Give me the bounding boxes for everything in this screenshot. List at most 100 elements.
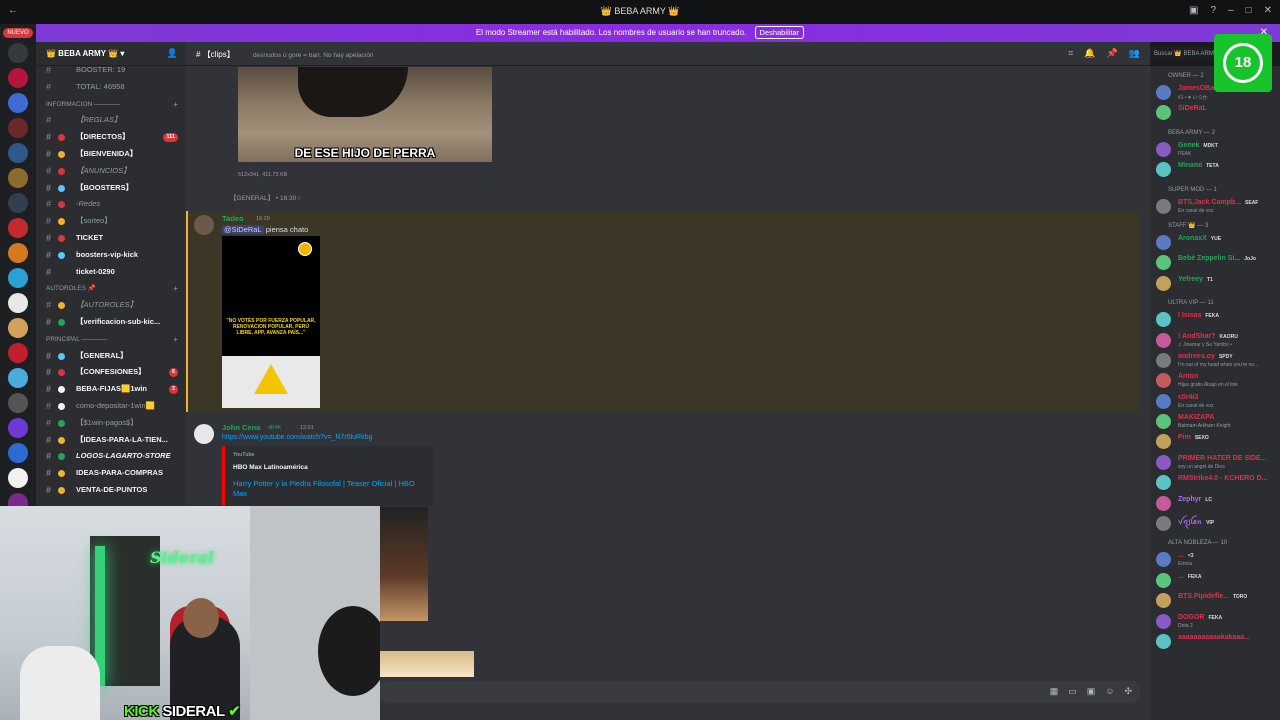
apps-icon[interactable]: ✣ — [1124, 686, 1132, 697]
member-item[interactable]: BTS.Pipidefle... TORO — [1150, 590, 1280, 610]
gif-icon[interactable]: ▭ — [1068, 686, 1077, 697]
server-icon[interactable] — [8, 293, 28, 313]
member-item[interactable]: ... FEKA — [1150, 570, 1280, 590]
member-item[interactable]: Genek MDKT PEAK — [1150, 139, 1280, 159]
server-icon[interactable] — [8, 418, 28, 438]
add-member-icon[interactable]: 👤 — [167, 48, 178, 59]
add-channel-icon[interactable]: + — [173, 331, 178, 349]
server-icon[interactable] — [8, 193, 28, 213]
member-item[interactable]: MAKIZAPA Batmam Arkham Knight — [1150, 411, 1280, 431]
channel-item[interactable]: # BOOSTER: 19 — [36, 62, 186, 79]
video-thumbnail[interactable] — [380, 507, 428, 621]
channel-item[interactable]: # IDEAS-PARA-COMPRAS — [36, 465, 186, 482]
embed-provider[interactable]: YouTube — [233, 452, 255, 458]
channel-item[interactable]: # LOGOS-LAGARTO-STORE — [36, 448, 186, 465]
member-item[interactable]: I Isisas FEKA — [1150, 309, 1280, 329]
close-icon[interactable]: ✕ — [1264, 5, 1272, 16]
channel-item[interactable]: # -Redes — [36, 196, 186, 213]
member-item[interactable]: ... <3 Emmu — [1150, 549, 1280, 569]
channel-item[interactable]: # 【GENERAL】 — [36, 348, 186, 365]
message-author[interactable]: Tadeo — [222, 214, 244, 223]
channel-item[interactable]: # 【REGLAS】 — [36, 112, 186, 129]
channel-item[interactable]: # como-depositar-1win🟨 — [36, 398, 186, 415]
bell-icon[interactable]: 🔔 — [1084, 48, 1095, 59]
member-item[interactable]: Yefreey T1 — [1150, 273, 1280, 293]
server-icon[interactable] — [8, 143, 28, 163]
server-icon[interactable] — [8, 168, 28, 188]
message-composer[interactable]: ▦ ▭ ▣ ☺ ✣ — [380, 681, 1140, 703]
channel-item[interactable]: # TOTAL: 46958 — [36, 79, 186, 96]
message-author[interactable]: John Cena — [222, 423, 260, 432]
channel-item[interactable]: # 【sorteo】 — [36, 213, 186, 230]
channel-item[interactable]: # 【BIENVENIDA】 — [36, 146, 186, 163]
member-item[interactable]: SiDeRaL — [1150, 102, 1280, 122]
channel-item[interactable]: # 【IDEAS-PARA-LA-TIEN... — [36, 432, 186, 449]
server-icon[interactable] — [8, 218, 28, 238]
member-item[interactable]: Zephyr LC — [1150, 493, 1280, 513]
member-item[interactable]: AronaxX YUE — [1150, 232, 1280, 252]
disable-streamer-mode-button[interactable]: Deshabilitar — [754, 26, 805, 39]
emoji-icon[interactable]: ☺ — [1105, 686, 1114, 697]
channel-item[interactable]: # 【BOOSTERS】 — [36, 180, 186, 197]
inbox-icon[interactable]: ▣ — [1189, 5, 1198, 16]
member-item[interactable]: BTS,Jack Campb... SEAF En canal de voz — [1150, 196, 1280, 216]
channel-item[interactable]: # VENTA-DE-PUNTOS — [36, 482, 186, 499]
message-image[interactable]: DE ESE HIJO DE PERRA — [238, 67, 492, 162]
channel-item[interactable]: # 【AUTOROLES】 — [36, 297, 186, 314]
help-icon[interactable]: ? — [1210, 5, 1216, 16]
member-item[interactable]: Minami TETA — [1150, 159, 1280, 179]
add-channel-icon[interactable]: + — [173, 280, 178, 298]
server-icon[interactable] — [8, 343, 28, 363]
thread-reference[interactable]: 【GENERAL】 • 16:30 › — [230, 192, 300, 202]
server-icon[interactable] — [8, 468, 28, 488]
channel-item[interactable]: # TICKET — [36, 230, 186, 247]
message-image[interactable] — [380, 651, 474, 677]
member-item[interactable]: Bebé Zeppelin Si... JoJo — [1150, 252, 1280, 272]
gift-icon[interactable]: ▦ — [1050, 686, 1059, 697]
sticker-icon[interactable]: ▣ — [1087, 686, 1096, 697]
maximize-icon[interactable]: □ — [1246, 5, 1252, 16]
member-item[interactable]: aaaaaaaaaaakakaaa... — [1150, 631, 1280, 651]
channel-category[interactable]: AUTOROLES 📌 + — [36, 280, 186, 297]
member-item[interactable]: Pim SEXO — [1150, 431, 1280, 451]
channel-item[interactable]: # boosters-vip-kick — [36, 247, 186, 264]
server-icon[interactable] — [8, 318, 28, 338]
member-item[interactable]: ꪜꪖ꠸ꪶꫀꪀ VIP — [1150, 513, 1280, 533]
avatar[interactable] — [194, 424, 214, 444]
member-item[interactable]: PRIMER HATER DE SIDE... soy un angel de D… — [1150, 452, 1280, 472]
member-item[interactable]: andrees.oy SPDY I'm out of my head when yo… — [1150, 350, 1280, 370]
embed-title[interactable]: Harry Potter y la Piedra Filosofal | Tea… — [233, 479, 429, 499]
server-icon[interactable] — [8, 93, 28, 113]
channel-item[interactable]: # 【$1win-pagos$】 — [36, 415, 186, 432]
search-input[interactable]: Buscar 👑 BEBA ARM — [1150, 47, 1214, 61]
server-icon[interactable] — [8, 43, 28, 63]
minimize-icon[interactable]: – — [1228, 5, 1234, 16]
member-item[interactable]: DOGOR FEKA Dota 2 — [1150, 611, 1280, 631]
member-item[interactable]: Anton Hijas gratis Abajo en el link — [1150, 370, 1280, 390]
server-icon[interactable] — [8, 393, 28, 413]
message-image[interactable]: "NO VOTES POR FUERZA POPULAR, RENOVACION… — [222, 236, 320, 408]
channel-item[interactable]: # 【verificacion-sub-kic... — [36, 314, 186, 331]
add-channel-icon[interactable]: + — [173, 96, 178, 114]
member-item[interactable]: ! AndShar? KAORU ♫ Jowmar y Su Yambo • — [1150, 330, 1280, 350]
server-icon[interactable] — [8, 443, 28, 463]
member-item[interactable]: c0r4i3 En canal de voz — [1150, 391, 1280, 411]
avatar[interactable] — [194, 215, 214, 235]
channel-item[interactable]: # 【DIRECTOS】 111 — [36, 129, 186, 146]
server-icon[interactable] — [8, 243, 28, 263]
channel-item[interactable]: # 【CONFESIONES】 6 — [36, 364, 186, 381]
channel-item[interactable]: # 【ANUNCIOS】 — [36, 163, 186, 180]
channel-category[interactable]: INFORMACION ———— + — [36, 96, 186, 113]
threads-icon[interactable]: ⌗ — [1068, 48, 1073, 59]
channel-item[interactable]: # BEBA-FIJAS🟨1win 2 — [36, 381, 186, 398]
members-icon[interactable]: 👥 — [1129, 48, 1140, 59]
message-link[interactable]: https://www.youtube.com/watch?v=_N7r5luR… — [222, 434, 372, 441]
embed-author[interactable]: HBO Max Latinoamérica — [233, 464, 308, 471]
channel-item[interactable]: # ticket-0290 — [36, 264, 186, 281]
server-icon[interactable] — [8, 368, 28, 388]
user-mention[interactable]: @SiDeRaL — [222, 225, 264, 234]
server-icon[interactable] — [8, 118, 28, 138]
server-icon[interactable] — [8, 68, 28, 88]
server-icon[interactable] — [8, 268, 28, 288]
member-item[interactable]: RMStrike4.0 - KCHERO D... — [1150, 472, 1280, 492]
